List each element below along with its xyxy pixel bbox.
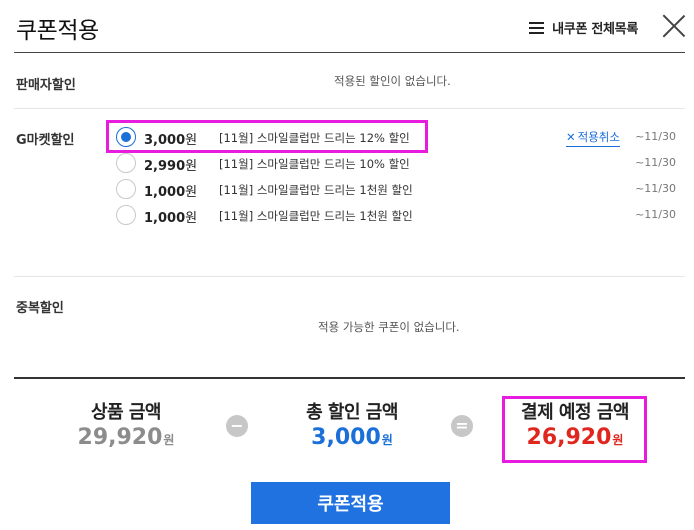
my-coupon-list-label: 내쿠폰 전체목록 [552,22,638,37]
seller-discount-label: 판매자할인 [16,78,76,93]
payment-amount-value: 26,920원 [526,425,624,450]
product-amount-label: 상품 금액 [90,402,162,423]
coupon-row[interactable]: 1,000원 [11월] 스마일클럽만 드리는 1천원 할인 ~11/30 [114,178,686,202]
coupon-row[interactable]: 3,000원 [11월] 스마일클럽만 드리는 12% 할인 ✕ 적용취소 ~11… [114,126,686,150]
coupon-expiry: ~11/30 [635,208,676,221]
coupon-expiry: ~11/30 [635,156,676,169]
section-divider [14,108,685,109]
coupon-description: [11월] 스마일클럽만 드리는 12% 할인 [219,131,410,145]
coupon-amount: 1,000원 [144,211,198,226]
close-icon[interactable] [662,14,686,38]
coupon-row[interactable]: 2,990원 [11월] 스마일클럽만 드리는 10% 할인 ~11/30 [114,152,686,176]
coupon-radio[interactable] [116,179,136,199]
coupon-expiry: ~11/30 [635,130,676,143]
coupon-description: [11월] 스마일클럽만 드리는 1천원 할인 [219,183,413,197]
my-coupon-list-link[interactable]: 내쿠폰 전체목록 [529,18,638,37]
gmarket-discount-label: G마켓할인 [16,133,75,148]
seller-discount-empty-message: 적용된 할인이 없습니다. [334,74,451,88]
dialog-title: 쿠폰적용 [16,18,99,44]
coupon-amount: 1,000원 [144,185,198,200]
coupon-description: [11월] 스마일클럽만 드리는 10% 할인 [219,157,410,171]
apply-coupon-button[interactable]: 쿠폰적용 [251,482,450,524]
duplicate-discount-empty-message: 적용 가능한 쿠폰이 없습니다. [318,320,460,334]
product-amount-summary: 상품 금액 29,920원 [66,398,186,450]
summary-divider [14,377,685,379]
close-small-icon: ✕ [566,130,576,144]
coupon-radio[interactable] [116,153,136,173]
list-icon [529,21,545,34]
discount-amount-summary: 총 할인 금액 3,000원 [286,398,418,450]
equals-icon: = [451,415,473,437]
payment-amount-label: 결제 예정 금액 [521,402,629,423]
payment-amount-summary: 결제 예정 금액 26,920원 [508,398,642,450]
coupon-expiry: ~11/30 [635,182,676,195]
coupon-amount: 3,000원 [144,133,198,148]
duplicate-discount-label: 중복할인 [16,301,64,316]
coupon-radio[interactable] [116,205,136,225]
discount-amount-label: 총 할인 금액 [306,402,398,423]
product-amount-value: 29,920원 [77,425,175,450]
dialog-header: 쿠폰적용 내쿠폰 전체목록 [0,0,694,54]
cancel-apply-link[interactable]: ✕ 적용취소 [566,129,620,147]
section-divider [14,276,685,277]
discount-amount-value: 3,000원 [311,425,393,450]
coupon-description: [11월] 스마일클럽만 드리는 1천원 할인 [219,209,413,223]
minus-icon: − [226,415,248,437]
coupon-row[interactable]: 1,000원 [11월] 스마일클럽만 드리는 1천원 할인 ~11/30 [114,204,686,228]
coupon-amount: 2,990원 [144,159,198,174]
header-divider [14,52,685,53]
coupon-radio-selected[interactable] [116,127,136,147]
